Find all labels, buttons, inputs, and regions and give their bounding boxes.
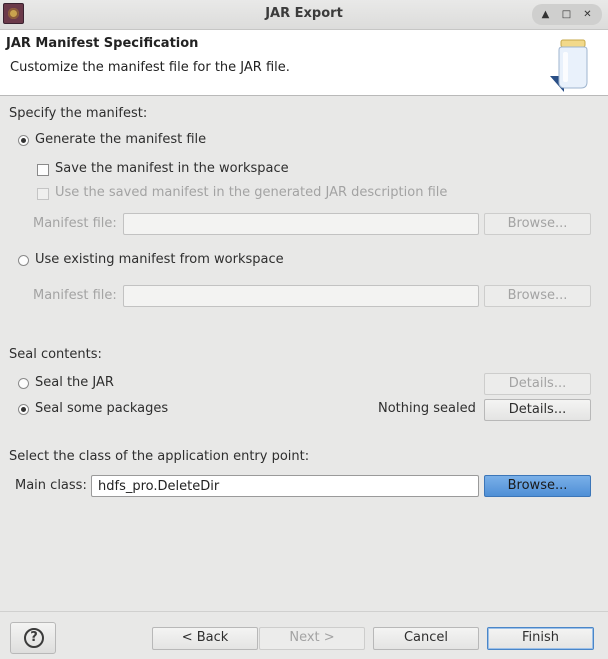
seal-some-packages-label[interactable]: Seal some packages: [35, 401, 168, 416]
page-subtitle: Customize the manifest file for the JAR …: [10, 60, 290, 75]
finish-button[interactable]: Finish: [487, 627, 594, 650]
generate-manifest-label[interactable]: Generate the manifest file: [35, 132, 206, 147]
window-title: JAR Export: [265, 6, 343, 21]
main-class-label: Main class:: [15, 478, 87, 493]
window-controls: ▲ □ ✕: [532, 4, 602, 25]
seal-jar-label[interactable]: Seal the JAR: [35, 375, 114, 390]
existing-manifest-file-label: Manifest file:: [33, 288, 117, 303]
seal-status-text: Nothing sealed: [378, 401, 476, 416]
manifest-browse-button[interactable]: Browse...: [484, 213, 591, 235]
page-title: JAR Manifest Specification: [6, 36, 199, 51]
existing-manifest-file-input[interactable]: [123, 285, 479, 307]
maximize-up-icon[interactable]: ▲: [537, 6, 554, 23]
seal-jar-radio[interactable]: [18, 378, 29, 389]
main-class-browse-button[interactable]: Browse...: [484, 475, 591, 497]
jar-icon: [550, 39, 588, 92]
save-manifest-checkbox[interactable]: [37, 164, 49, 176]
footer-divider: [0, 611, 608, 612]
use-saved-manifest-checkbox[interactable]: [37, 188, 49, 200]
specify-manifest-label: Specify the manifest:: [9, 106, 148, 121]
next-button[interactable]: Next >: [259, 627, 365, 650]
cancel-button[interactable]: Cancel: [373, 627, 479, 650]
help-button[interactable]: ?: [10, 622, 56, 654]
generate-manifest-radio[interactable]: [18, 135, 29, 146]
use-saved-manifest-label: Use the saved manifest in the generated …: [55, 185, 448, 200]
use-existing-manifest-radio[interactable]: [18, 255, 29, 266]
seal-jar-details-button[interactable]: Details...: [484, 373, 591, 395]
manifest-file-input[interactable]: [123, 213, 479, 235]
manifest-file-label: Manifest file:: [33, 216, 117, 231]
close-icon[interactable]: ✕: [579, 6, 596, 23]
seal-packages-details-button[interactable]: Details...: [484, 399, 591, 421]
main-class-value: hdfs_pro.DeleteDir: [98, 479, 220, 494]
entry-point-label: Select the class of the application entr…: [9, 449, 310, 464]
use-existing-manifest-label[interactable]: Use existing manifest from workspace: [35, 252, 284, 267]
back-button[interactable]: < Back: [152, 627, 258, 650]
save-manifest-label[interactable]: Save the manifest in the workspace: [55, 161, 289, 176]
wizard-header: JAR Manifest Specification Customize the…: [0, 30, 608, 96]
restore-icon[interactable]: □: [558, 6, 575, 23]
seal-contents-label: Seal contents:: [9, 347, 102, 362]
seal-some-packages-radio[interactable]: [18, 404, 29, 415]
title-bar: JAR Export ▲ □ ✕: [0, 0, 608, 30]
help-icon: ?: [24, 628, 44, 648]
main-class-input[interactable]: hdfs_pro.DeleteDir: [91, 475, 479, 497]
existing-manifest-browse-button[interactable]: Browse...: [484, 285, 591, 307]
